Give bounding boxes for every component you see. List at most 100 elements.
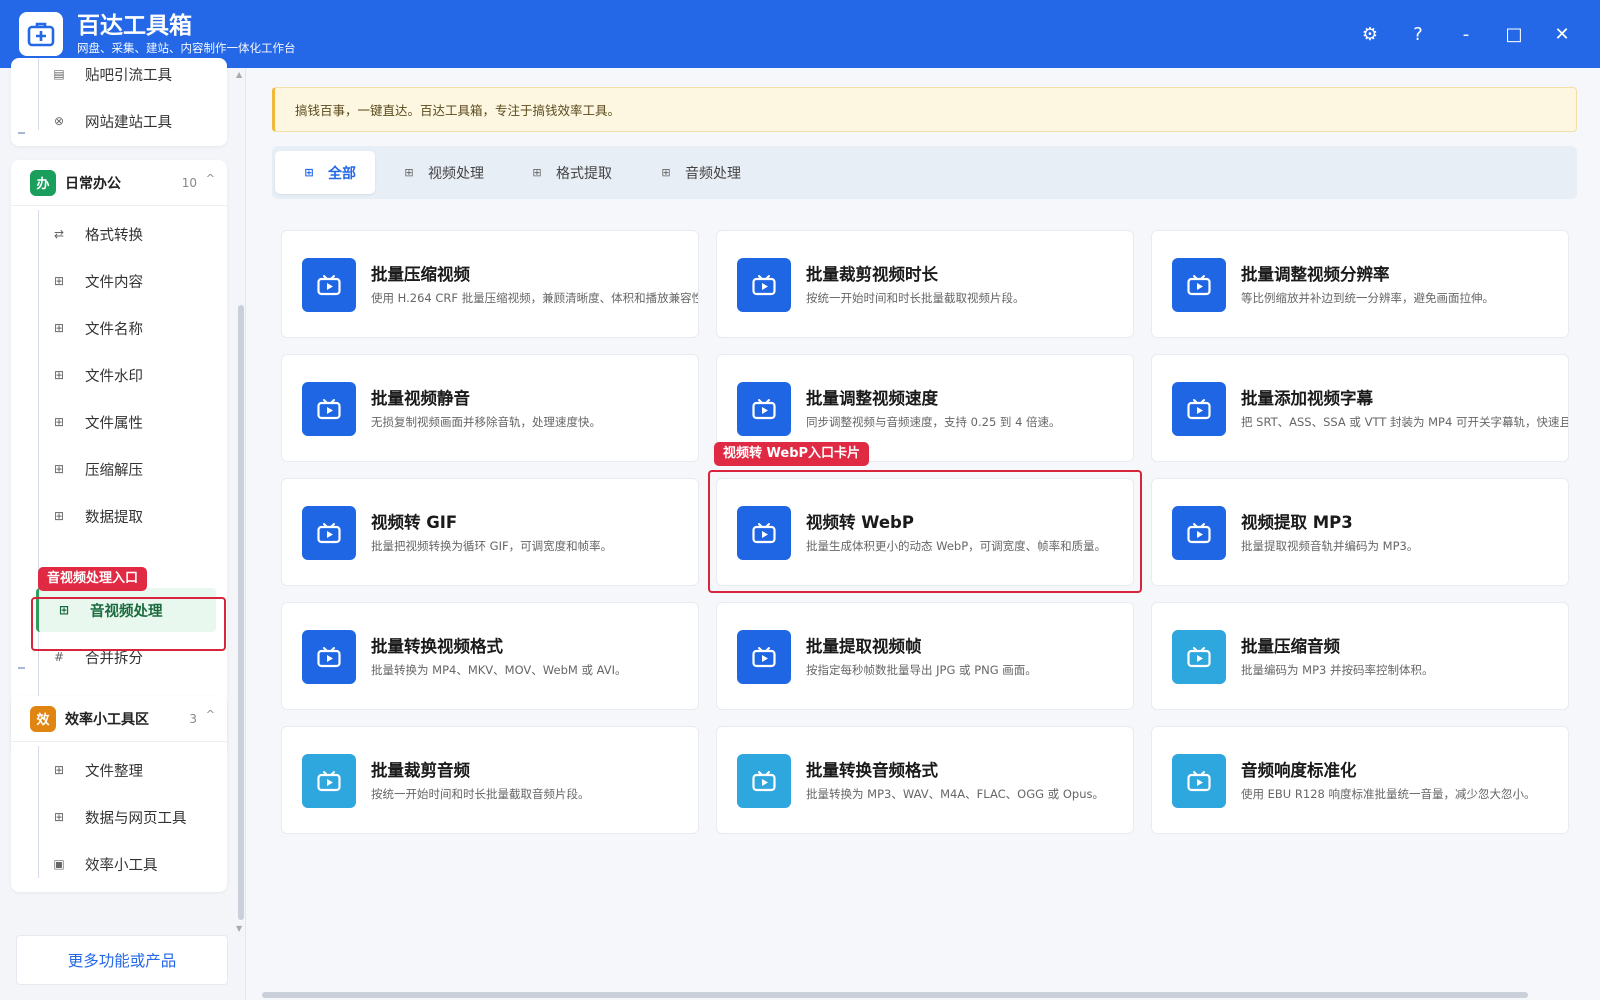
- tool-card-desc: 无损复制视频画面并移除音轨，处理速度快。: [371, 415, 601, 429]
- video-play-icon: [302, 754, 356, 808]
- tool-card-desc: 使用 EBU R128 响度标准批量统一音量，减少忽大忽小。: [1241, 787, 1536, 801]
- tool-card[interactable]: 批量转换音频格式 批量转换为 MP3、WAV、M4A、FLAC、OGG 或 Opu…: [716, 726, 1134, 834]
- group-card-office: 办 日常办公 10 ^ ⇄ 格式转换 ⊞ 文件内容 ⊞ 文件名称 ⊞ 文件水印 …: [11, 160, 227, 754]
- tool-card[interactable]: 批量压缩视频使用 H.264 CRF 批量压缩视频，兼顾清晰度、体积和播放兼容性…: [281, 230, 699, 338]
- scroll-down-icon[interactable]: ▼: [236, 924, 242, 933]
- tool-card[interactable]: 视频转 GIF 批量把视频转换为循环 GIF，可调宽度和帧率。: [281, 478, 699, 586]
- tool-card-desc: 批量转换为 MP3、WAV、M4A、FLAC、OGG 或 Opus。: [806, 787, 1104, 801]
- sidebar-item-data-extract[interactable]: ⊞ 数据提取: [28, 494, 214, 538]
- tool-card-desc: 使用 H.264 CRF 批量压缩视频，兼顾清晰度、体积和播放兼容性。: [371, 291, 699, 305]
- tool-card[interactable]: 批量裁剪音频 按统一开始时间和时长批量截取音频片段。: [281, 726, 699, 834]
- sidebar-item-file-organize[interactable]: ⊞ 文件整理: [28, 748, 214, 792]
- notice-banner: 搞钱百事，一键直达。百达工具箱，专注于搞钱效率工具。: [272, 87, 1577, 132]
- tool-card[interactable]: 批量转换视频格式 批量转换为 MP4、MKV、MOV、WebM 或 AVI。: [281, 602, 699, 710]
- highlight-box-card: [708, 470, 1142, 593]
- tool-card-title: 批量添加视频字幕: [1241, 389, 1373, 408]
- grid-icon: ⊞: [53, 368, 65, 382]
- tab-audio[interactable]: ⊞ 音频处理: [659, 151, 741, 194]
- tab-video[interactable]: ⊞ 视频处理: [402, 151, 484, 194]
- annotation-tag-card: 视频转 WebP入口卡片: [714, 442, 870, 466]
- tool-card-title: 批量裁剪视频时长: [806, 265, 938, 284]
- tool-card-title: 批量视频静音: [371, 389, 470, 408]
- video-play-icon: [737, 754, 791, 808]
- video-play-icon: [302, 630, 356, 684]
- tool-card[interactable]: 批量提取视频帧 按指定每秒帧数批量导出 JPG 或 PNG 画面。: [716, 602, 1134, 710]
- group-badge: 效: [30, 705, 56, 732]
- group-count: 10: [181, 175, 197, 190]
- group-name: 效率小工具区: [65, 711, 149, 728]
- sidebar-item-compress[interactable]: ⊞ 压缩解压: [28, 447, 214, 491]
- chevron-up-icon[interactable]: ^: [206, 172, 215, 185]
- tool-card[interactable]: 视频提取 MP3 批量提取视频音轨并编码为 MP3。: [1151, 478, 1569, 586]
- tool-card-title: 批量转换视频格式: [371, 637, 503, 656]
- app-title: 百达工具箱: [77, 13, 192, 39]
- sidebar-item-format-convert[interactable]: ⇄ 格式转换: [28, 212, 214, 256]
- sidebar-item-efficiency-tools[interactable]: ▣ 效率小工具: [28, 842, 214, 886]
- swap-icon: ⇄: [53, 227, 65, 241]
- grid-icon: ⊞: [53, 509, 65, 523]
- grid-icon: ⊞: [304, 166, 314, 179]
- video-play-icon: [737, 382, 791, 436]
- tool-card[interactable]: 批量调整视频分辨率等比例缩放并补边到统一分辨率，避免画面拉伸。: [1151, 230, 1569, 338]
- video-play-icon: [1172, 258, 1226, 312]
- sidebar-item-file-name[interactable]: ⊞ 文件名称: [28, 306, 214, 350]
- horizontal-scrollbar[interactable]: [262, 992, 1528, 998]
- close-icon[interactable]: ✕: [1538, 14, 1586, 54]
- tool-card-title: 批量调整视频速度: [806, 389, 938, 408]
- hash-icon: #: [53, 650, 65, 664]
- grid-icon: ⊞: [404, 166, 414, 179]
- grid-icon: ⊞: [53, 462, 65, 476]
- tool-card[interactable]: 音频响度标准化使用 EBU R128 响度标准批量统一音量，减少忽大忽小。: [1151, 726, 1569, 834]
- tab-format-extract[interactable]: ⊞ 格式提取: [530, 151, 612, 194]
- tool-card[interactable]: 批量裁剪视频时长按统一开始时间和时长批量截取视频片段。: [716, 230, 1134, 338]
- tool-card-title: 批量压缩视频: [371, 265, 470, 284]
- tool-card-desc: 同步调整视频与音频速度，支持 0.25 到 4 倍速。: [806, 415, 1061, 429]
- group-header-efficiency[interactable]: 效 效率小工具区 3 ^: [11, 696, 227, 742]
- post-icon: ▤: [53, 67, 65, 81]
- tool-card[interactable]: 批量压缩音频 批量编码为 MP3 并按码率控制体积。: [1151, 602, 1569, 710]
- sidebar-item-file-watermark[interactable]: ⊞ 文件水印: [28, 353, 214, 397]
- tab-all[interactable]: ⊞ 全部: [275, 151, 375, 194]
- grid-icon: ⊞: [53, 415, 65, 429]
- sidebar: ▤ 贴吧引流工具 ⊗ 网站建站工具 办 日常办公 10 ^ ⇄ 格式转换 ⊞ 文…: [0, 58, 246, 1000]
- minimize-icon[interactable]: -: [1442, 14, 1490, 54]
- grid-icon: ⊞: [532, 166, 542, 179]
- video-play-icon: [1172, 382, 1226, 436]
- tool-card-desc: 批量把视频转换为循环 GIF，可调宽度和帧率。: [371, 539, 613, 553]
- tool-card-title: 批量调整视频分辨率: [1241, 265, 1390, 284]
- tool-card[interactable]: 批量添加视频字幕把 SRT、ASS、SSA 或 VTT 封装为 MP4 可开关字…: [1151, 354, 1569, 462]
- sidebar-scrollbar[interactable]: [238, 305, 244, 920]
- sidebar-item-website[interactable]: ⊗ 网站建站工具: [28, 99, 214, 143]
- video-play-icon: [302, 382, 356, 436]
- tool-card-desc: 按指定每秒帧数批量导出 JPG 或 PNG 画面。: [806, 663, 1037, 677]
- grid-icon: ⊞: [53, 321, 65, 335]
- sidebar-item-file-attributes[interactable]: ⊞ 文件属性: [28, 400, 214, 444]
- annotation-tag-sidebar: 音视频处理入口: [38, 567, 148, 591]
- group-card-efficiency: 效 效率小工具区 3 ^ ⊞ 文件整理 ⊞ 数据与网页工具 ▣ 效率小工具: [11, 696, 227, 892]
- more-features-button[interactable]: 更多功能或产品: [16, 935, 228, 985]
- group-badge: 办: [30, 169, 56, 196]
- grid-icon: ⊞: [661, 166, 671, 179]
- maximize-icon[interactable]: □: [1490, 14, 1538, 54]
- settings-gear-icon[interactable]: ⚙: [1346, 14, 1394, 54]
- help-icon[interactable]: ?: [1394, 14, 1442, 54]
- tool-card-title: 批量裁剪音频: [371, 761, 470, 780]
- video-play-icon: [302, 258, 356, 312]
- video-play-icon: [302, 506, 356, 560]
- sidebar-item-file-content[interactable]: ⊞ 文件内容: [28, 259, 214, 303]
- grid-icon: ⊞: [53, 810, 65, 824]
- tool-card-desc: 按统一开始时间和时长批量截取视频片段。: [806, 291, 1025, 305]
- group-header-office[interactable]: 办 日常办公 10 ^: [11, 160, 227, 206]
- sidebar-item-tieba[interactable]: ▤ 贴吧引流工具: [28, 52, 214, 96]
- chevron-up-icon[interactable]: ^: [206, 708, 215, 721]
- video-play-icon: [1172, 506, 1226, 560]
- grid-icon: ⊞: [53, 763, 65, 777]
- tool-card[interactable]: 批量视频静音无损复制视频画面并移除音轨，处理速度快。: [281, 354, 699, 462]
- grid-icon: ⊞: [53, 274, 65, 288]
- scroll-up-icon[interactable]: ▲: [236, 70, 242, 79]
- tool-card-desc: 等比例缩放并补边到统一分辨率，避免画面拉伸。: [1241, 291, 1494, 305]
- video-play-icon: [737, 258, 791, 312]
- tool-card-title: 音频响度标准化: [1241, 761, 1357, 780]
- sidebar-item-data-web[interactable]: ⊞ 数据与网页工具: [28, 795, 214, 839]
- highlight-box-sidebar: [31, 597, 226, 651]
